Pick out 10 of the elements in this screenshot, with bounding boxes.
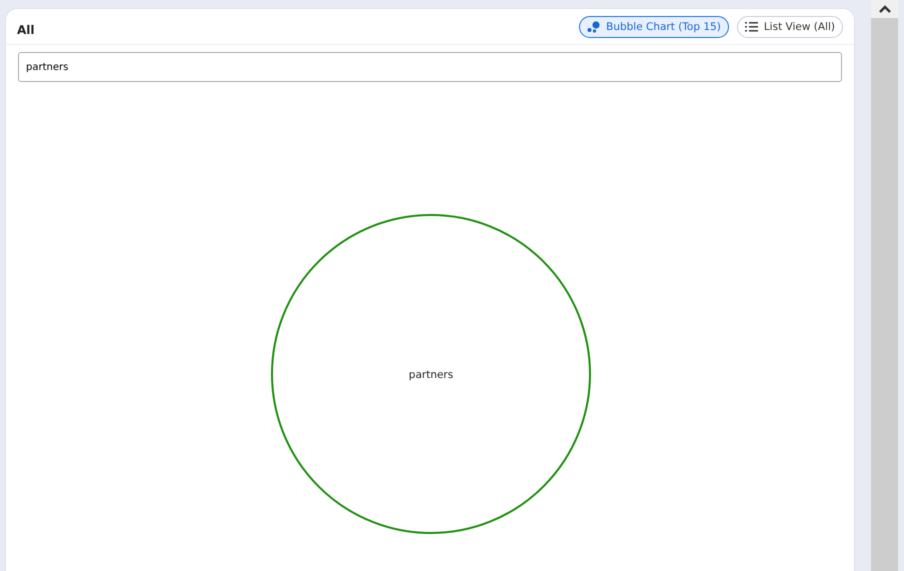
search-field[interactable]: partners <box>18 52 842 82</box>
bubble[interactable] <box>271 214 591 534</box>
bubbles-icon <box>587 20 600 32</box>
bubble-label: partners <box>408 369 454 381</box>
view-toggle-button[interactable]: List View (All) <box>736 16 843 38</box>
panel-title: All <box>17 22 35 38</box>
scrollbar[interactable] <box>871 0 898 571</box>
scroll-up-icon[interactable] <box>878 5 890 13</box>
view-toggle-button[interactable]: Bubble Chart (Top 15) <box>579 16 729 38</box>
list-icon <box>744 22 758 32</box>
